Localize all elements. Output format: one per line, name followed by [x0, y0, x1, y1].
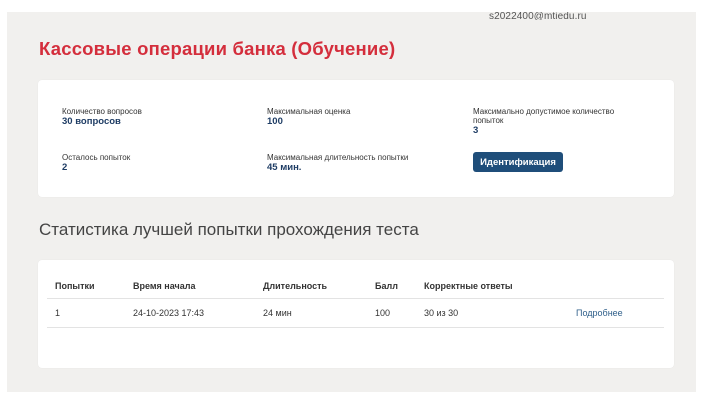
max-duration-block: Максимальная длительность попытки 45 мин… [267, 153, 457, 173]
cell-duration: 24 мин [255, 298, 367, 328]
identification-button[interactable]: Идентификация [473, 152, 563, 172]
col-header-correct: Корректные ответы [416, 280, 568, 299]
max-attempts-label: Максимально допустимое количество попыто… [473, 107, 615, 125]
test-info-card: Количество вопросов 30 вопросов Максимал… [38, 80, 674, 197]
max-score-value: 100 [267, 116, 283, 127]
cell-details: Подробнее [568, 298, 664, 328]
max-attempts-value: 3 [473, 125, 479, 136]
attempts-left-block: Осталось попыток 2 [62, 153, 252, 173]
max-duration-label: Максимальная длительность попытки [267, 153, 409, 162]
col-header-details [568, 280, 664, 299]
details-link[interactable]: Подробнее [576, 308, 623, 318]
questions-count-value: 30 вопросов [62, 116, 121, 127]
questions-count-label: Количество вопросов [62, 107, 142, 116]
attempts-left-value: 2 [62, 162, 68, 173]
col-header-attempts: Попытки [47, 280, 125, 299]
cell-score: 100 [367, 298, 416, 328]
max-duration-value: 45 мин. [267, 162, 302, 173]
max-attempts-block: Максимально допустимое количество попыто… [473, 107, 633, 136]
table-row: 1 24-10-2023 17:43 24 мин 100 30 из 30 П… [47, 298, 664, 328]
user-email[interactable]: s2022400@mtiedu.ru [489, 12, 587, 20]
max-score-block: Максимальная оценка 100 [267, 107, 457, 127]
stats-section-title: Статистика лучшей попытки прохождения те… [39, 220, 419, 239]
col-header-duration: Длительность [255, 280, 367, 299]
table-header-row: Попытки Время начала Длительность Балл К… [47, 280, 664, 299]
stats-table-card: Попытки Время начала Длительность Балл К… [38, 260, 674, 368]
max-score-label: Максимальная оценка [267, 107, 351, 116]
col-header-start-time: Время начала [125, 280, 255, 299]
page-title: Кассовые операции банка (Обучение) [39, 38, 396, 59]
col-header-score: Балл [367, 280, 416, 299]
cell-correct: 30 из 30 [416, 298, 568, 328]
attempts-left-label: Осталось попыток [62, 153, 131, 162]
stats-table: Попытки Время начала Длительность Балл К… [47, 280, 664, 328]
cell-attempt: 1 [47, 298, 125, 328]
cell-start-time: 24-10-2023 17:43 [125, 298, 255, 328]
page-frame: s2022400@mtiedu.ru Кассовые операции бан… [7, 12, 696, 392]
questions-count-block: Количество вопросов 30 вопросов [62, 107, 252, 127]
